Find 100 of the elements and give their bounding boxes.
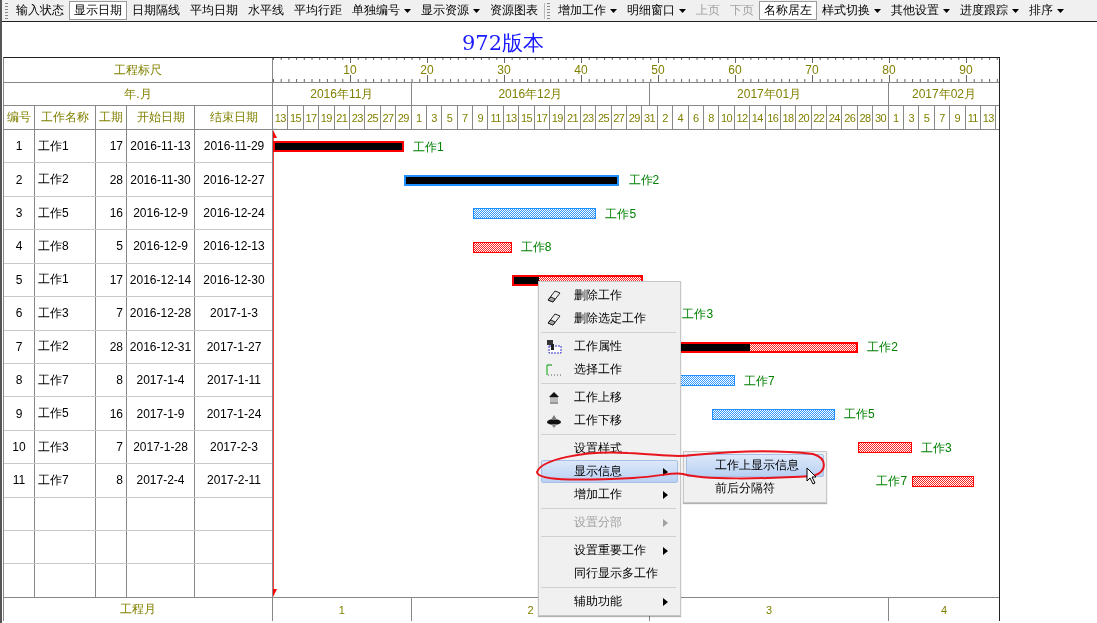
day-cell: 17	[303, 106, 320, 129]
day-cell: 20	[796, 106, 812, 129]
toolbar-button[interactable]: 排序	[1024, 1, 1069, 20]
table-cell: 工作7	[35, 363, 96, 397]
table-cell: 2016-11-30	[127, 163, 195, 196]
month-cell-text: 2017年02月	[910, 85, 977, 103]
column-header: 结束日期	[195, 106, 273, 129]
table-cell: 11	[4, 464, 35, 497]
toolbar-button[interactable]: 资源图表	[485, 1, 543, 20]
table-cell: 2017-1-9	[127, 397, 195, 430]
day-cell: 23	[349, 106, 366, 129]
table-cell: 2016-12-28	[127, 297, 195, 330]
header-cell: 年.月	[4, 83, 273, 105]
table-cell: 9	[4, 397, 35, 430]
menu-item[interactable]: 工作上移	[541, 386, 678, 409]
day-cell: 13	[503, 106, 520, 129]
bar-label: 工作8	[520, 240, 552, 254]
month-cell: 2017年01月	[650, 83, 889, 105]
day-cell: 7	[457, 106, 474, 129]
footer-cell-text: 4	[939, 602, 949, 618]
day-cell: 27	[380, 106, 397, 129]
toolbar-button[interactable]: 其他设置	[886, 1, 955, 20]
table-cell: 2016-12-31	[127, 330, 195, 363]
day-cell: 22	[811, 106, 828, 129]
day-cell: 5	[442, 106, 458, 129]
bar-label: 工作5	[605, 206, 637, 221]
ruler-label: 50	[651, 63, 665, 77]
toolbar-button[interactable]: 明细窗口	[622, 1, 691, 20]
table-cell: 28	[96, 330, 127, 363]
ruler-label: 30	[497, 63, 511, 77]
bar-label: 工作2	[628, 173, 660, 188]
table-cell: 工作2	[35, 163, 96, 196]
column-header: 工期	[96, 106, 127, 129]
submenu-arrow-icon	[663, 597, 668, 606]
ruler-label: 90	[959, 63, 973, 77]
day-cell: 1	[888, 106, 904, 129]
day-cell: 10	[719, 106, 735, 129]
table-cell: 5	[96, 230, 127, 263]
table-cell: 2016-11-13	[127, 130, 195, 163]
caret-icon	[943, 8, 950, 13]
month-cell: 2016年11月	[273, 83, 412, 105]
day-cell: 26	[842, 106, 858, 129]
toolbar-button[interactable]: 进度跟踪	[955, 1, 1024, 20]
ruler-label: 60	[728, 63, 742, 77]
table-cell: 工作1	[35, 130, 96, 163]
toolbar-button[interactable]: 平均行距	[289, 1, 347, 20]
toolbar-button[interactable]: 单独编号	[347, 1, 416, 20]
toolbar-button[interactable]: 日期隔线	[127, 1, 185, 20]
table-cell: 工作3	[35, 297, 96, 330]
menu-item[interactable]: 工作属性	[541, 335, 678, 358]
table-cell-text: 2017-1-3	[208, 305, 259, 323]
menu-item[interactable]: 同行显示多工作	[541, 562, 678, 585]
toolbar-button[interactable]: 水平线	[243, 1, 289, 20]
table-cell: 16	[96, 397, 127, 430]
day-cell: 8	[703, 106, 720, 129]
table-cell-text: 2016-12-30	[202, 271, 266, 289]
table-cell: 7	[96, 297, 127, 330]
table-cell: 4	[4, 230, 35, 263]
day-cell: 18	[780, 106, 797, 129]
day-cell: 25	[365, 106, 381, 129]
day-cell: 4	[673, 106, 689, 129]
day-cell: 24	[827, 106, 843, 129]
toolbar-button[interactable]: 显示资源	[416, 1, 485, 20]
menu-item[interactable]: 选择工作	[541, 358, 678, 381]
table-cell: 2017-1-28	[127, 430, 195, 464]
submenu-arrow-icon	[663, 518, 668, 527]
day-cell: 17	[534, 106, 551, 129]
day-cell: 29	[396, 106, 412, 129]
day-cell: 19	[319, 106, 335, 129]
eraser-icon	[547, 313, 561, 325]
toolbar-button[interactable]: 平均日期	[185, 1, 243, 20]
day-cell: 16	[765, 106, 781, 129]
menu-item[interactable]: 显示信息	[541, 460, 678, 483]
menu-item[interactable]: 删除工作	[541, 284, 678, 307]
toolbar-button[interactable]: 显示日期	[69, 1, 127, 20]
toolbar-button[interactable]: 输入状态	[11, 1, 69, 20]
menu-item[interactable]: 工作上显示信息	[686, 454, 824, 477]
menu-item[interactable]: 设置重要工作	[541, 539, 678, 562]
menu-item[interactable]: 前后分隔符	[686, 477, 824, 500]
menu-item[interactable]: 删除选定工作	[541, 307, 678, 330]
ruler-label: 80	[882, 63, 896, 77]
menu-item[interactable]: 工作下移	[541, 409, 678, 432]
bar-label: 工作7	[744, 373, 775, 388]
day-cell: 5	[919, 106, 935, 129]
table-cell-text: 2017-1-24	[205, 405, 263, 423]
table-cell: 8	[96, 464, 127, 497]
toolbar-button[interactable]: 名称居左	[759, 1, 817, 20]
toolbar-button[interactable]: 样式切换	[817, 1, 886, 20]
table-cell: 工作5	[35, 397, 96, 430]
table-cell: 6	[4, 297, 35, 330]
day-cell: 11	[488, 106, 504, 129]
submenu-arrow-icon	[663, 546, 668, 555]
menu-item[interactable]: 增加工作	[541, 483, 678, 506]
table-cell: 工作1	[35, 263, 96, 297]
caret-icon	[679, 8, 686, 13]
toolbar-grip[interactable]	[5, 2, 8, 19]
toolbar-button[interactable]: 增加工作	[553, 1, 622, 20]
toolbar-grip[interactable]	[547, 2, 550, 19]
caret-icon	[874, 8, 881, 13]
bar-label: 工作7	[876, 474, 908, 488]
